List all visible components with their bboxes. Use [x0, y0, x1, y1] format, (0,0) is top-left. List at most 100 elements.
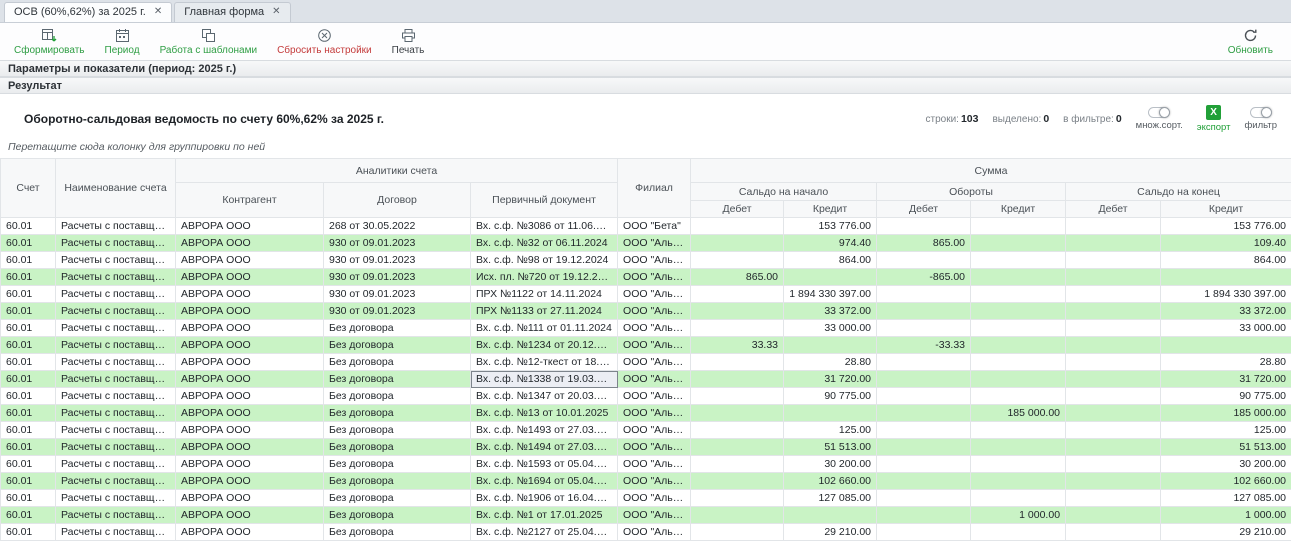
- amount-cell[interactable]: [1066, 252, 1161, 269]
- amount-cell[interactable]: 1 000.00: [971, 507, 1066, 524]
- amount-cell[interactable]: [1161, 337, 1291, 354]
- tab-close-icon[interactable]: ✕: [154, 7, 162, 17]
- amount-cell[interactable]: [877, 286, 971, 303]
- table-row[interactable]: 60.01Расчеты с поставщикам...АВРОРА ОООБ…: [1, 337, 1291, 354]
- table-cell[interactable]: ООО "Альфа": [618, 337, 691, 354]
- table-cell[interactable]: Вх. с.ф. №13 от 10.01.2025: [471, 405, 618, 422]
- amount-cell[interactable]: [691, 354, 784, 371]
- amount-cell[interactable]: [1066, 524, 1161, 541]
- table-cell[interactable]: Расчеты с поставщикам...: [56, 252, 176, 269]
- amount-cell[interactable]: [691, 320, 784, 337]
- amount-cell[interactable]: [971, 337, 1066, 354]
- table-cell[interactable]: Расчеты с поставщикам...: [56, 507, 176, 524]
- amount-cell[interactable]: [877, 456, 971, 473]
- table-cell[interactable]: Вх. с.ф. №1494 от 27.03.2024: [471, 439, 618, 456]
- table-cell[interactable]: АВРОРА ООО: [176, 337, 324, 354]
- table-cell[interactable]: Вх. с.ф. №98 от 19.12.2024: [471, 252, 618, 269]
- table-cell[interactable]: ООО "Альфа": [618, 286, 691, 303]
- table-cell[interactable]: Вх. с.ф. №1234 от 20.12.2024: [471, 337, 618, 354]
- table-cell[interactable]: 60.01: [1, 337, 56, 354]
- amount-cell[interactable]: [784, 507, 877, 524]
- col-header-debit-turnover[interactable]: Дебет: [877, 201, 971, 218]
- table-cell[interactable]: ООО "Альфа": [618, 320, 691, 337]
- amount-cell[interactable]: [971, 354, 1066, 371]
- amount-cell[interactable]: [1066, 269, 1161, 286]
- amount-cell[interactable]: [877, 439, 971, 456]
- table-cell[interactable]: Без договора: [324, 473, 471, 490]
- amount-cell[interactable]: 864.00: [1161, 252, 1291, 269]
- amount-cell[interactable]: [691, 490, 784, 507]
- table-cell[interactable]: Расчеты с поставщикам...: [56, 218, 176, 235]
- amount-cell[interactable]: [971, 456, 1066, 473]
- amount-cell[interactable]: 31 720.00: [1161, 371, 1291, 388]
- table-row[interactable]: 60.01Расчеты с поставщикам...АВРОРА ОООБ…: [1, 422, 1291, 439]
- amount-cell[interactable]: [1066, 286, 1161, 303]
- tab-osv-report[interactable]: ОСВ (60%,62%) за 2025 г. ✕: [4, 2, 172, 22]
- table-cell[interactable]: АВРОРА ООО: [176, 354, 324, 371]
- amount-cell[interactable]: 109.40: [1161, 235, 1291, 252]
- amount-cell[interactable]: 185 000.00: [1161, 405, 1291, 422]
- table-row[interactable]: 60.01Расчеты с поставщикам...АВРОРА ОООБ…: [1, 320, 1291, 337]
- amount-cell[interactable]: 31 720.00: [784, 371, 877, 388]
- amount-cell[interactable]: [877, 507, 971, 524]
- filter-toggle[interactable]: [1250, 107, 1272, 118]
- table-cell[interactable]: АВРОРА ООО: [176, 218, 324, 235]
- table-cell[interactable]: 930 от 09.01.2023: [324, 252, 471, 269]
- amount-cell[interactable]: 1 894 330 397.00: [784, 286, 877, 303]
- table-row[interactable]: 60.01Расчеты с поставщикам...АВРОРА ООО9…: [1, 235, 1291, 252]
- table-cell[interactable]: 60.01: [1, 439, 56, 456]
- table-cell[interactable]: Вх. с.ф. №2127 от 25.04.2024: [471, 524, 618, 541]
- table-cell[interactable]: 60.01: [1, 388, 56, 405]
- table-cell[interactable]: Без договора: [324, 422, 471, 439]
- table-cell[interactable]: АВРОРА ООО: [176, 422, 324, 439]
- amount-cell[interactable]: [691, 235, 784, 252]
- table-cell[interactable]: АВРОРА ООО: [176, 235, 324, 252]
- amount-cell[interactable]: 33 372.00: [1161, 303, 1291, 320]
- table-cell[interactable]: Расчеты с поставщикам...: [56, 303, 176, 320]
- amount-cell[interactable]: 185 000.00: [971, 405, 1066, 422]
- table-cell[interactable]: АВРОРА ООО: [176, 320, 324, 337]
- amount-cell[interactable]: [971, 439, 1066, 456]
- amount-cell[interactable]: [877, 524, 971, 541]
- amount-cell[interactable]: [971, 269, 1066, 286]
- amount-cell[interactable]: [1066, 490, 1161, 507]
- table-cell[interactable]: АВРОРА ООО: [176, 286, 324, 303]
- col-header-primary-doc[interactable]: Первичный документ: [471, 183, 618, 218]
- table-cell[interactable]: ООО "Бета": [618, 218, 691, 235]
- multisort-toggle[interactable]: [1148, 107, 1170, 118]
- amount-cell[interactable]: 865.00: [877, 235, 971, 252]
- amount-cell[interactable]: [691, 524, 784, 541]
- table-cell[interactable]: Вх. с.ф. №1694 от 05.04.2024: [471, 473, 618, 490]
- table-cell[interactable]: ООО "Альфа": [618, 354, 691, 371]
- table-cell[interactable]: Расчеты с поставщикам...: [56, 388, 176, 405]
- table-cell[interactable]: ООО "Альфа": [618, 439, 691, 456]
- amount-cell[interactable]: [971, 371, 1066, 388]
- amount-cell[interactable]: [877, 252, 971, 269]
- col-header-credit-end[interactable]: Кредит: [1161, 201, 1291, 218]
- amount-cell[interactable]: [971, 320, 1066, 337]
- amount-cell[interactable]: 127 085.00: [1161, 490, 1291, 507]
- table-cell[interactable]: АВРОРА ООО: [176, 388, 324, 405]
- amount-cell[interactable]: [691, 439, 784, 456]
- amount-cell[interactable]: [971, 422, 1066, 439]
- table-row[interactable]: 60.01Расчеты с поставщикам...АВРОРА ОООБ…: [1, 473, 1291, 490]
- table-cell[interactable]: 60.01: [1, 320, 56, 337]
- table-cell[interactable]: 60.01: [1, 490, 56, 507]
- col-header-contract[interactable]: Договор: [324, 183, 471, 218]
- table-cell[interactable]: АВРОРА ООО: [176, 473, 324, 490]
- amount-cell[interactable]: [877, 218, 971, 235]
- amount-cell[interactable]: 28.80: [1161, 354, 1291, 371]
- params-section-header[interactable]: Параметры и показатели (период: 2025 г.): [0, 60, 1291, 77]
- table-cell[interactable]: Расчеты с поставщикам...: [56, 422, 176, 439]
- amount-cell[interactable]: [691, 422, 784, 439]
- table-cell[interactable]: Расчеты с поставщикам...: [56, 490, 176, 507]
- table-cell[interactable]: ООО "Альфа": [618, 235, 691, 252]
- table-cell[interactable]: 60.01: [1, 286, 56, 303]
- table-cell[interactable]: 60.01: [1, 473, 56, 490]
- table-cell[interactable]: ООО "Альфа": [618, 490, 691, 507]
- amount-cell[interactable]: 33.33: [691, 337, 784, 354]
- table-cell[interactable]: Вх. с.ф. №1338 от 19.03.2024: [471, 371, 618, 388]
- amount-cell[interactable]: [877, 388, 971, 405]
- reset-settings-button[interactable]: Сбросить настройки: [267, 27, 382, 57]
- table-cell[interactable]: 930 от 09.01.2023: [324, 303, 471, 320]
